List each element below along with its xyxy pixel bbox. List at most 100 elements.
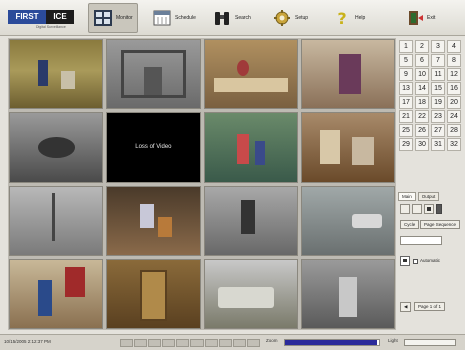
calendar-day[interactable]: 1: [399, 40, 413, 53]
timeline-strip[interactable]: [120, 339, 260, 347]
help-label: Help: [355, 15, 366, 21]
app-logo: FIRST ICE Digital Surveillance: [8, 10, 82, 29]
calendar-day[interactable]: 18: [415, 96, 429, 109]
calendar-day[interactable]: 3: [431, 40, 445, 53]
timeline-segment[interactable]: [162, 339, 176, 347]
camera-tile[interactable]: [300, 112, 395, 183]
binoculars-icon: [215, 12, 229, 25]
status-datetime: 10/15/2005 2:12:37 PM: [4, 339, 51, 344]
calendar-day[interactable]: 24: [447, 110, 461, 123]
calendar-day[interactable]: 23: [431, 110, 445, 123]
panel-tabs: Main Output: [398, 192, 440, 201]
camera-tile[interactable]: [106, 258, 201, 329]
camera-tile[interactable]: [9, 112, 104, 183]
calendar-icon: [153, 10, 171, 26]
automatic-checkbox[interactable]: [413, 259, 418, 264]
camera-tile[interactable]: [106, 185, 201, 256]
calendar-day[interactable]: 17: [399, 96, 413, 109]
camera-tile[interactable]: [106, 39, 201, 110]
monitor-button[interactable]: Monitor: [88, 3, 138, 33]
search-button[interactable]: Search: [208, 3, 255, 33]
page-prev-button[interactable]: ◀: [400, 302, 412, 312]
camera-tile[interactable]: [9, 39, 104, 110]
loss-of-video-label: Loss of Video: [135, 144, 172, 151]
schedule-button[interactable]: Schedule: [148, 3, 200, 33]
logo-text-first: FIRST: [8, 10, 46, 24]
page-indicator: Page 1 of 1: [414, 302, 446, 311]
calendar-day[interactable]: 15: [431, 82, 445, 95]
progress-bar: [284, 339, 380, 346]
calendar-day[interactable]: 27: [431, 124, 445, 137]
camera-tile[interactable]: [300, 258, 395, 329]
calendar-day[interactable]: 12: [447, 68, 461, 81]
calendar-day[interactable]: 30: [415, 138, 429, 151]
calendar-day[interactable]: 29: [399, 138, 413, 151]
timeline-segment[interactable]: [120, 339, 134, 347]
help-button[interactable]: ? Help: [328, 3, 369, 33]
timeline-segment[interactable]: [204, 339, 218, 347]
calendar-day[interactable]: 2: [415, 40, 429, 53]
date-calendar: 1 2 3 4 5 6 7 8 9 10 11 12 13 14 15 16 1…: [398, 40, 465, 185]
calendar-day[interactable]: 28: [447, 124, 461, 137]
camera-tile[interactable]: [9, 258, 104, 329]
camera-tile[interactable]: [203, 185, 298, 256]
calendar-day[interactable]: 32: [447, 138, 461, 151]
timeline-segment[interactable]: [218, 339, 232, 347]
camera-tile[interactable]: [9, 185, 104, 256]
logo-tagline: Digital Surveillance: [36, 25, 66, 29]
grid-icon: [94, 10, 112, 26]
calendar-day[interactable]: 22: [415, 110, 429, 123]
calendar-day[interactable]: 4: [447, 40, 461, 53]
camera-tile[interactable]: [203, 112, 298, 183]
calendar-day[interactable]: 13: [399, 82, 413, 95]
svg-text:?: ?: [337, 9, 346, 27]
calendar-day[interactable]: 8: [447, 54, 461, 67]
timeline-segment[interactable]: [232, 339, 246, 347]
rewind-button[interactable]: [400, 204, 410, 214]
calendar-day[interactable]: 6: [415, 54, 429, 67]
sequence-field[interactable]: [400, 236, 442, 245]
calendar-day[interactable]: 31: [431, 138, 445, 151]
question-icon: ?: [337, 9, 346, 27]
timeline-segment[interactable]: [176, 339, 190, 347]
calendar-day[interactable]: 14: [415, 82, 429, 95]
calendar-day[interactable]: 20: [447, 96, 461, 109]
gear-icon: [274, 10, 290, 26]
play-button[interactable]: [436, 204, 442, 214]
tab-main[interactable]: Main: [398, 192, 416, 201]
calendar-day[interactable]: 19: [431, 96, 445, 109]
timeline-segment[interactable]: [148, 339, 162, 347]
tab-output[interactable]: Output: [417, 192, 440, 201]
calendar-day[interactable]: 5: [399, 54, 413, 67]
calendar-day[interactable]: 10: [415, 68, 429, 81]
monitor-label: Monitor: [116, 15, 133, 21]
calendar-day[interactable]: 25: [399, 124, 413, 137]
camera-tile[interactable]: [203, 258, 298, 329]
timeline-segment[interactable]: [246, 339, 260, 347]
schedule-label: Schedule: [175, 15, 196, 21]
camera-tile[interactable]: [300, 39, 395, 110]
calendar-day[interactable]: 7: [431, 54, 445, 67]
exit-button[interactable]: Exit: [400, 3, 439, 33]
camera-icon: [400, 256, 410, 266]
calendar-day[interactable]: 21: [399, 110, 413, 123]
timeline-segment[interactable]: [190, 339, 204, 347]
calendar-day[interactable]: 26: [415, 124, 429, 137]
calendar-day[interactable]: 16: [447, 82, 461, 95]
camera-tile[interactable]: [300, 185, 395, 256]
automatic-label: Automatic: [420, 258, 441, 263]
pause-button[interactable]: [412, 204, 422, 214]
camera-grid: Loss of Video: [8, 38, 396, 330]
search-label: Search: [235, 15, 251, 21]
calendar-day[interactable]: 11: [431, 68, 445, 81]
camera-tile-no-signal[interactable]: Loss of Video: [106, 112, 201, 183]
brightness-slider[interactable]: [404, 339, 456, 346]
camera-tile[interactable]: [203, 39, 298, 110]
page-sequence-button[interactable]: Page Sequence: [420, 220, 461, 229]
stop-button[interactable]: [424, 204, 434, 214]
calendar-day[interactable]: 9: [399, 68, 413, 81]
setup-button[interactable]: Setup: [268, 3, 312, 33]
cycle-button[interactable]: Cycle: [400, 220, 420, 229]
timeline-segment[interactable]: [134, 339, 148, 347]
progress-fill: [285, 340, 378, 345]
